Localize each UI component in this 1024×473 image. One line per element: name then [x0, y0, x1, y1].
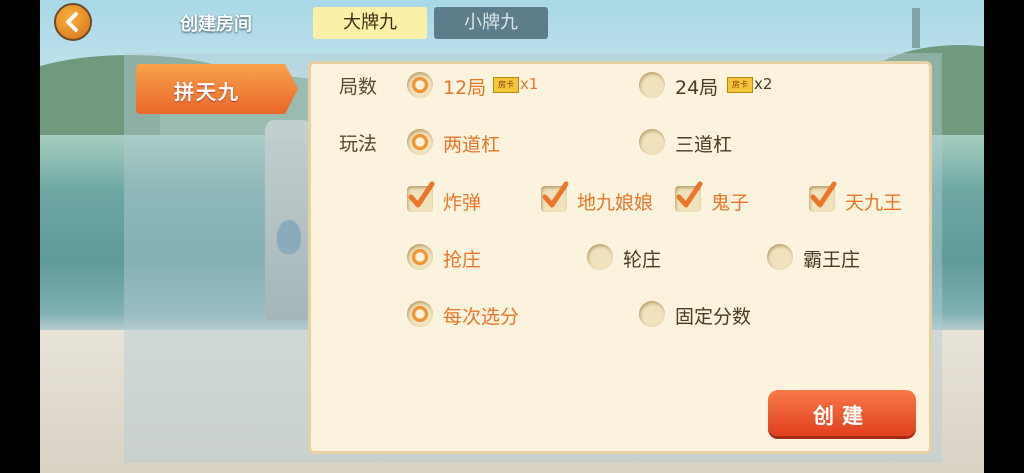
cost-multiplier: x2 [754, 75, 773, 93]
game-background: 创建房间 大牌九 小牌九 拼天九 局数 12局 房卡 x1 24局 房卡 x2 … [40, 0, 984, 473]
radio-unselected-icon [639, 129, 665, 155]
extra-option-gui-zi[interactable]: 鬼子 [675, 181, 775, 217]
extra-option-bomb[interactable]: 炸弹 [407, 181, 517, 217]
top-bar: 创建房间 大牌九 小牌九 [40, 0, 984, 46]
checkbox-checked-icon [675, 181, 703, 212]
scoring-option-fixed[interactable]: 固定分数 [639, 299, 779, 331]
tab-xiao-pai-jiu[interactable]: 小牌九 [434, 7, 548, 39]
radio-selected-icon [407, 72, 433, 98]
checkbox-checked-icon [809, 181, 837, 212]
rounds-label: 局数 [339, 76, 378, 98]
cost-multiplier: x1 [520, 75, 539, 93]
bars-option-three[interactable]: 三道杠 [639, 127, 759, 159]
radio-selected-icon [407, 301, 433, 327]
rounds-option-12[interactable]: 12局 房卡 x1 [407, 70, 547, 102]
bars-option-two[interactable]: 两道杠 [407, 127, 527, 159]
radio-unselected-icon [639, 301, 665, 327]
radio-unselected-icon [639, 72, 665, 98]
checkbox-checked-icon [407, 181, 435, 212]
room-card-icon: 房卡 [493, 77, 519, 93]
checkbox-checked-icon [541, 181, 569, 212]
banker-option-lun[interactable]: 轮庄 [587, 242, 687, 274]
sidebar-item-pin-tian-jiu[interactable]: 拼天九 [136, 64, 298, 114]
radio-unselected-icon [767, 244, 793, 270]
create-button-label: 创建 [813, 404, 871, 428]
extra-option-tian-jiu-wang[interactable]: 天九王 [809, 181, 919, 217]
radio-unselected-icon [587, 244, 613, 270]
room-card-icon: 房卡 [727, 77, 753, 93]
sidebar-item-label: 拼天九 [174, 80, 240, 104]
back-arrow-icon [66, 12, 78, 32]
page-title: 创建房间 [180, 14, 252, 35]
radio-selected-icon [407, 244, 433, 270]
banker-option-ba-wang[interactable]: 霸王庄 [767, 242, 887, 274]
play-mode-label: 玩法 [339, 133, 378, 155]
tab-da-pai-jiu[interactable]: 大牌九 [313, 7, 427, 39]
extra-option-di-jiu-niang-niang[interactable]: 地九娘娘 [541, 181, 669, 217]
create-room-button[interactable]: 创建 [768, 390, 916, 436]
back-button[interactable] [54, 3, 92, 41]
scoring-option-each-time[interactable]: 每次选分 [407, 299, 547, 331]
rounds-option-24[interactable]: 24局 房卡 x2 [639, 70, 779, 102]
radio-selected-icon [407, 129, 433, 155]
banker-option-qiang[interactable]: 抢庄 [407, 242, 507, 274]
